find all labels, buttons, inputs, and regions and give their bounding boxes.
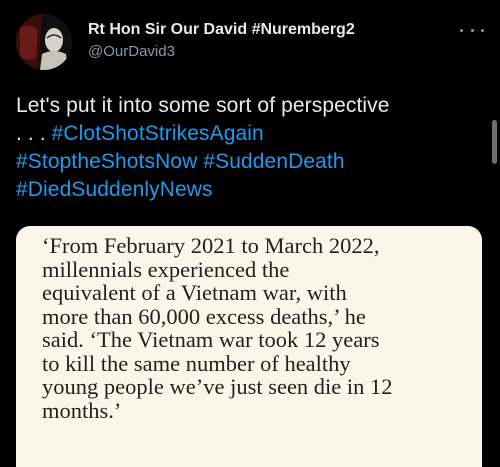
quote-line: equivalent of a Vietnam war, with	[42, 280, 347, 305]
quote-line: millennials experienced the	[42, 256, 290, 282]
more-dot	[470, 28, 474, 32]
hashtag-link[interactable]: #SuddenDeath	[203, 150, 344, 173]
quote-text: ‘From February 2021 to March 2022, mille…	[42, 234, 482, 422]
hashtag-link[interactable]: #DiedSuddenlyNews	[16, 178, 213, 201]
tweet-text: Let's put it into some sort of perspecti…	[16, 92, 486, 204]
quote-line: to kill the same number of healthy	[42, 350, 351, 376]
hashtag-link[interactable]: #ClotShotStrikesAgain	[52, 122, 264, 145]
tweet-header: Rt Hon Sir Our David #Nuremberg2 @OurDav…	[16, 14, 484, 74]
hashtag-link[interactable]: #StoptheShotsNow	[16, 150, 197, 173]
quote-line: said. ‘The Vietnam war took 12 years	[42, 327, 380, 352]
more-dot	[481, 28, 484, 32]
more-horizontal-icon[interactable]	[460, 22, 484, 38]
quote-line: more than 60,000 excess deaths,’ he	[42, 303, 366, 329]
quote-line: young people we’ve just seen die in 12	[42, 374, 393, 399]
tweet-text-intro: Let's put it into some sort of perspecti…	[16, 94, 390, 117]
avatar[interactable]	[16, 14, 72, 70]
avatar-image	[16, 14, 72, 70]
author-handle[interactable]: @OurDavid3	[88, 42, 355, 62]
quote-line: ‘From February 2021 to March 2022,	[42, 233, 380, 258]
author-names: Rt Hon Sir Our David #Nuremberg2 @OurDav…	[88, 20, 355, 62]
more-dot	[460, 28, 463, 32]
author-display-name[interactable]: Rt Hon Sir Our David #Nuremberg2	[88, 20, 355, 40]
tweet-text-ellipsis: . . .	[16, 122, 46, 145]
tweet-image[interactable]: ‘From February 2021 to March 2022, mille…	[16, 226, 482, 467]
quote-line: months.’	[42, 397, 122, 423]
scrollbar-thumb[interactable]	[492, 120, 497, 164]
